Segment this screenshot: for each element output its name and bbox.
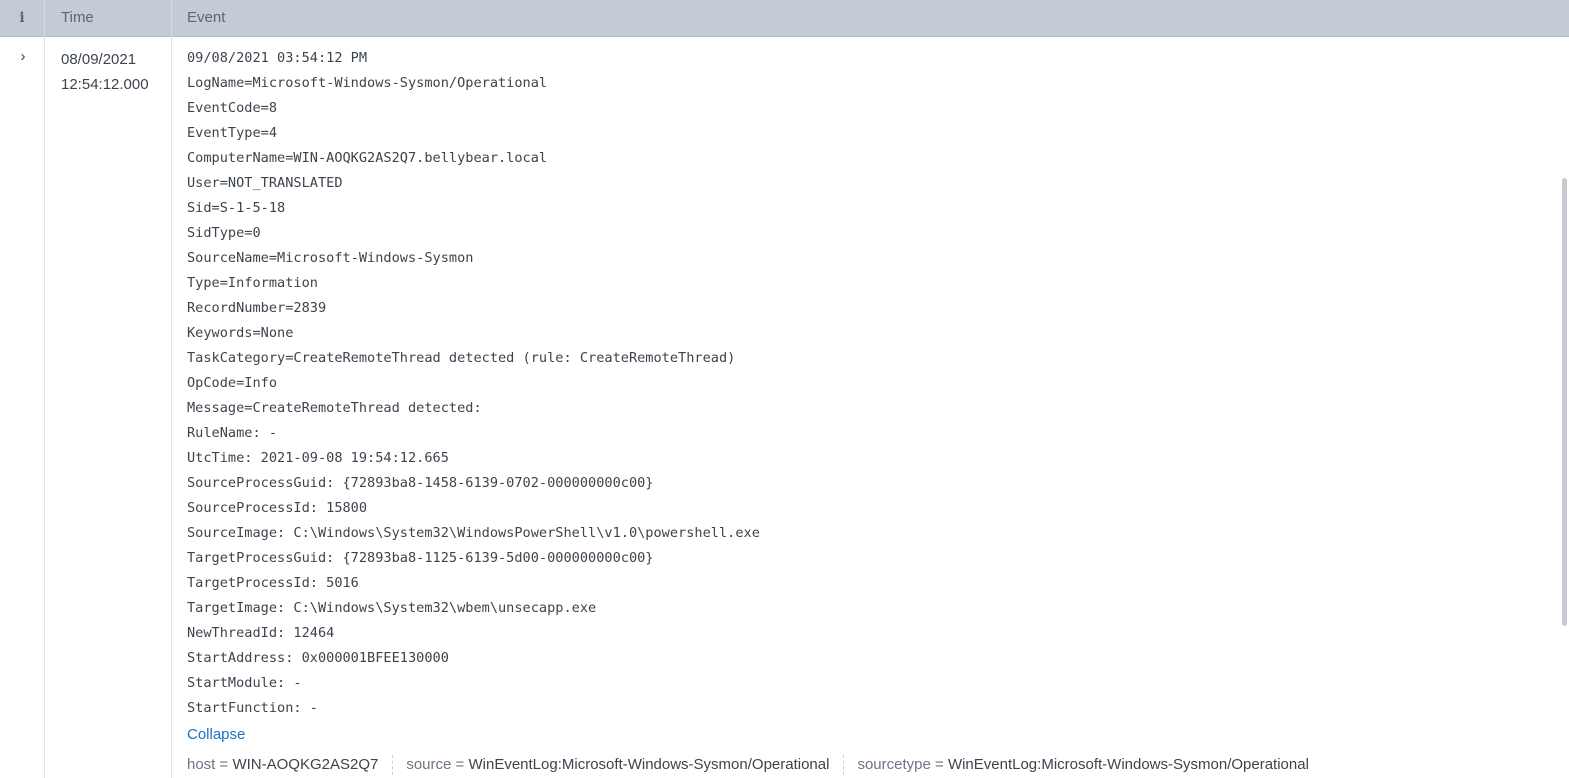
chevron-right-icon[interactable]: › — [15, 47, 31, 67]
field-source-key: source — [406, 756, 452, 773]
event-line: SourceProcessGuid: {72893ba8-1458-6139-0… — [187, 475, 654, 491]
event-raw-text: 09/08/2021 03:54:12 PM LogName=Microsoft-… — [187, 46, 1547, 721]
event-line: StartFunction: - — [187, 700, 318, 716]
field-sourcetype-value[interactable]: WinEventLog:Microsoft-Windows-Sysmon/Ope… — [948, 756, 1309, 773]
event-line: Message=CreateRemoteThread detected: — [187, 400, 482, 416]
event-line: 09/08/2021 03:54:12 PM — [187, 50, 368, 66]
vertical-scrollbar[interactable] — [1562, 178, 1567, 626]
event-line: UtcTime: 2021-09-08 19:54:12.665 — [187, 450, 449, 466]
event-line: StartModule: - — [187, 675, 302, 691]
field-source-value[interactable]: WinEventLog:Microsoft-Windows-Sysmon/Ope… — [468, 756, 829, 773]
collapse-link[interactable]: Collapse — [187, 722, 245, 747]
event-line: User=NOT_TRANSLATED — [187, 175, 343, 191]
results-table-header: i Time Event — [0, 0, 1569, 37]
event-line: ComputerName=WIN-AOQKG2AS2Q7.bellybear.l… — [187, 150, 548, 166]
event-time: 08/09/2021 12:54:12.000 — [61, 47, 149, 97]
field-host[interactable]: host = WIN-AOQKG2AS2Q7 — [187, 752, 378, 777]
event-line: SidType=0 — [187, 225, 261, 241]
field-source[interactable]: source = WinEventLog:Microsoft-Windows-S… — [406, 752, 829, 777]
info-column-header[interactable]: i — [0, 0, 44, 37]
field-divider — [392, 755, 394, 776]
event-line: TaskCategory=CreateRemoteThread detected… — [187, 350, 736, 366]
column-gridline — [171, 37, 172, 778]
event-line: TargetImage: C:\Windows\System32\wbem\un… — [187, 600, 597, 616]
column-gridline — [44, 37, 45, 778]
event-line: RecordNumber=2839 — [187, 300, 327, 316]
event-line: EventCode=8 — [187, 100, 278, 116]
event-line: LogName=Microsoft-Windows-Sysmon/Operati… — [187, 75, 548, 91]
event-column-header[interactable]: Event — [187, 0, 225, 37]
field-sourcetype[interactable]: sourcetype = WinEventLog:Microsoft-Windo… — [857, 752, 1308, 777]
field-sourcetype-key: sourcetype — [857, 756, 931, 773]
field-divider — [843, 755, 845, 776]
field-host-key: host — [187, 756, 216, 773]
field-host-value[interactable]: WIN-AOQKG2AS2Q7 — [232, 756, 378, 773]
event-time-clock: 12:54:12.000 — [61, 76, 149, 93]
event-line: TargetProcessId: 5016 — [187, 575, 359, 591]
event-line: Keywords=None — [187, 325, 294, 341]
event-line: RuleName: - — [187, 425, 278, 441]
event-line: NewThreadId: 12464 — [187, 625, 335, 641]
event-line: StartAddress: 0x000001BFEE130000 — [187, 650, 449, 666]
event-time-date: 08/09/2021 — [61, 51, 137, 68]
event-line: SourceName=Microsoft-Windows-Sysmon — [187, 250, 474, 266]
event-line: Type=Information — [187, 275, 318, 291]
column-divider — [44, 0, 45, 37]
column-divider — [171, 0, 172, 37]
event-line: TargetProcessGuid: {72893ba8-1125-6139-5… — [187, 550, 654, 566]
event-line: SourceImage: C:\Windows\System32\Windows… — [187, 525, 760, 541]
selected-fields: host = WIN-AOQKG2AS2Q7 source = WinEvent… — [187, 752, 1309, 777]
event-line: Sid=S-1-5-18 — [187, 200, 286, 216]
event-line: SourceProcessId: 15800 — [187, 500, 368, 516]
time-column-header[interactable]: Time — [61, 0, 94, 37]
event-line: EventType=4 — [187, 125, 278, 141]
event-line: OpCode=Info — [187, 375, 278, 391]
